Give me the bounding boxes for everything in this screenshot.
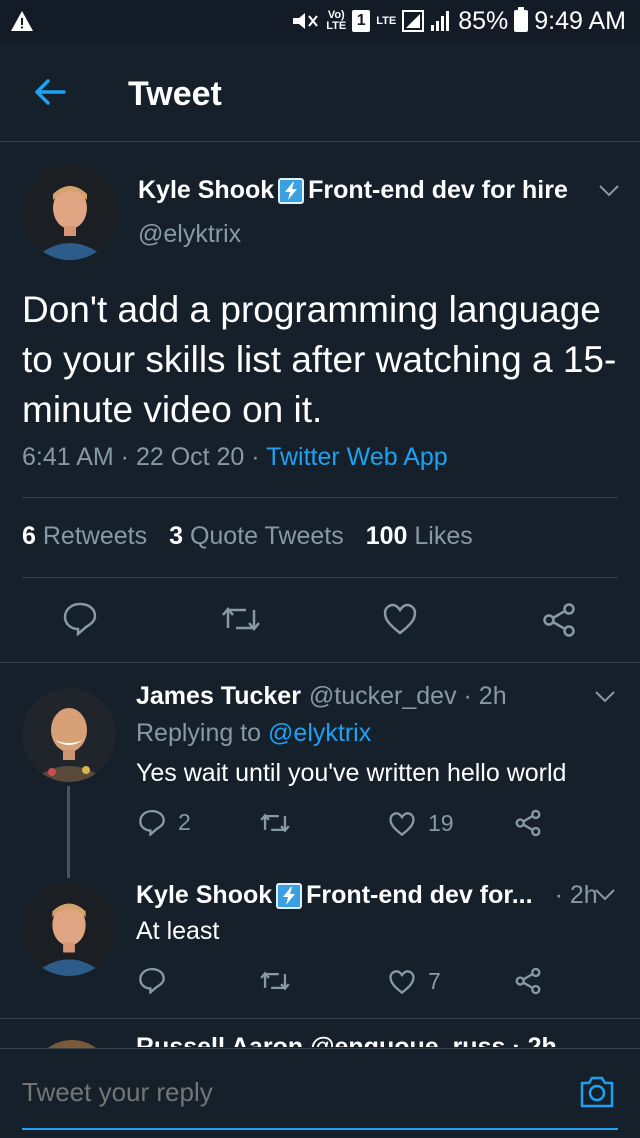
lightning-bolt-icon (278, 177, 305, 204)
replying-to-link[interactable]: @elyktrix (268, 719, 371, 747)
likes-stat[interactable]: 100 Likes (366, 522, 473, 551)
camera-icon[interactable] (578, 1073, 616, 1111)
retweet-icon[interactable] (220, 602, 262, 636)
like-count: 7 (428, 968, 441, 994)
author-name[interactable]: Kyle Shook Front-end dev for hire (138, 176, 568, 205)
chevron-down-icon[interactable] (594, 690, 616, 704)
avatar[interactable] (22, 688, 116, 782)
retweet-action[interactable] (258, 810, 292, 836)
mute-icon (293, 13, 319, 29)
avatar[interactable] (22, 882, 116, 976)
status-bar: Vo) LTE 1 LTE 85% 9:49 AM (0, 0, 640, 42)
clock: 9:49 AM (534, 6, 626, 35)
tweet-timestamp: 6:41 AM · 22 Oct 20 · (22, 443, 267, 471)
share-icon[interactable] (541, 602, 577, 638)
like-action[interactable]: 7 (388, 968, 441, 995)
share-icon (515, 967, 541, 995)
warning-icon (11, 11, 33, 31)
reply-text: At least (136, 917, 220, 945)
divider (22, 577, 618, 578)
back-arrow-icon[interactable] (30, 72, 70, 112)
author-handle[interactable]: @elyktrix (138, 220, 241, 249)
reply-action[interactable] (138, 966, 166, 994)
reply-input-underline (22, 1128, 618, 1130)
reply-icon (139, 967, 165, 994)
like-count: 19 (428, 810, 454, 836)
battery-percent: 85% (458, 6, 509, 35)
divider (0, 1018, 640, 1019)
tweet-text: Don't add a programming language to your… (22, 289, 617, 430)
reply-icon (139, 809, 165, 836)
retweet-icon (260, 813, 290, 833)
like-action[interactable]: 19 (388, 810, 454, 837)
reply-author[interactable]: Kyle Shook Front-end dev for... · 2h (136, 881, 598, 910)
reply-input[interactable] (22, 1077, 542, 1108)
battery-icon (514, 7, 529, 32)
lte-indicator: LTE (376, 14, 397, 27)
avatar[interactable] (22, 164, 118, 260)
reply-handle: @tucker_dev · 2h (308, 682, 507, 710)
chevron-down-icon[interactable] (598, 184, 620, 198)
share-action[interactable] (514, 809, 542, 837)
lightning-bolt-icon (276, 882, 303, 909)
reply-count: 2 (178, 808, 191, 835)
retweet-icon (260, 971, 290, 991)
retweet-action[interactable] (258, 968, 292, 994)
heart-icon[interactable] (382, 602, 418, 636)
divider (22, 497, 618, 498)
reply-composer (0, 1048, 640, 1138)
page-title: Tweet (128, 75, 222, 113)
heart-icon (389, 811, 415, 836)
share-icon (515, 809, 541, 837)
thread-line (67, 786, 70, 878)
chevron-down-icon[interactable] (594, 888, 616, 902)
sim-indicator: 1 (352, 10, 371, 32)
tweet-source-link[interactable]: Twitter Web App (266, 443, 448, 471)
retweets-stat[interactable]: 6 Retweets (22, 522, 147, 551)
reply-handle: · 2h (554, 881, 598, 909)
reply-author[interactable]: James Tucker @tucker_dev · 2h (136, 682, 507, 711)
tweet-stats: 6 Retweets 3 Quote Tweets 100 Likes (22, 522, 473, 551)
divider (0, 662, 640, 663)
reply-icon[interactable] (62, 600, 98, 636)
reply-action[interactable]: 2 (138, 808, 191, 836)
heart-icon (389, 969, 415, 994)
replying-to: Replying to @elyktrix (136, 719, 372, 747)
tweet-meta: 6:41 AM · 22 Oct 20 · Twitter Web App (22, 443, 448, 472)
reply-text: Yes wait until you've written hello worl… (136, 759, 567, 787)
signal-bars-icon (431, 11, 450, 31)
volte-indicator: Vo) LTE (326, 9, 347, 32)
share-action[interactable] (514, 967, 542, 995)
reply-author-peek[interactable]: Russell Aaron @enguoue_russ · 2h (136, 1033, 557, 1047)
quote-tweets-stat[interactable]: 3 Quote Tweets (169, 522, 344, 551)
app-header: Tweet (0, 42, 640, 142)
signal-box-icon (402, 10, 425, 32)
